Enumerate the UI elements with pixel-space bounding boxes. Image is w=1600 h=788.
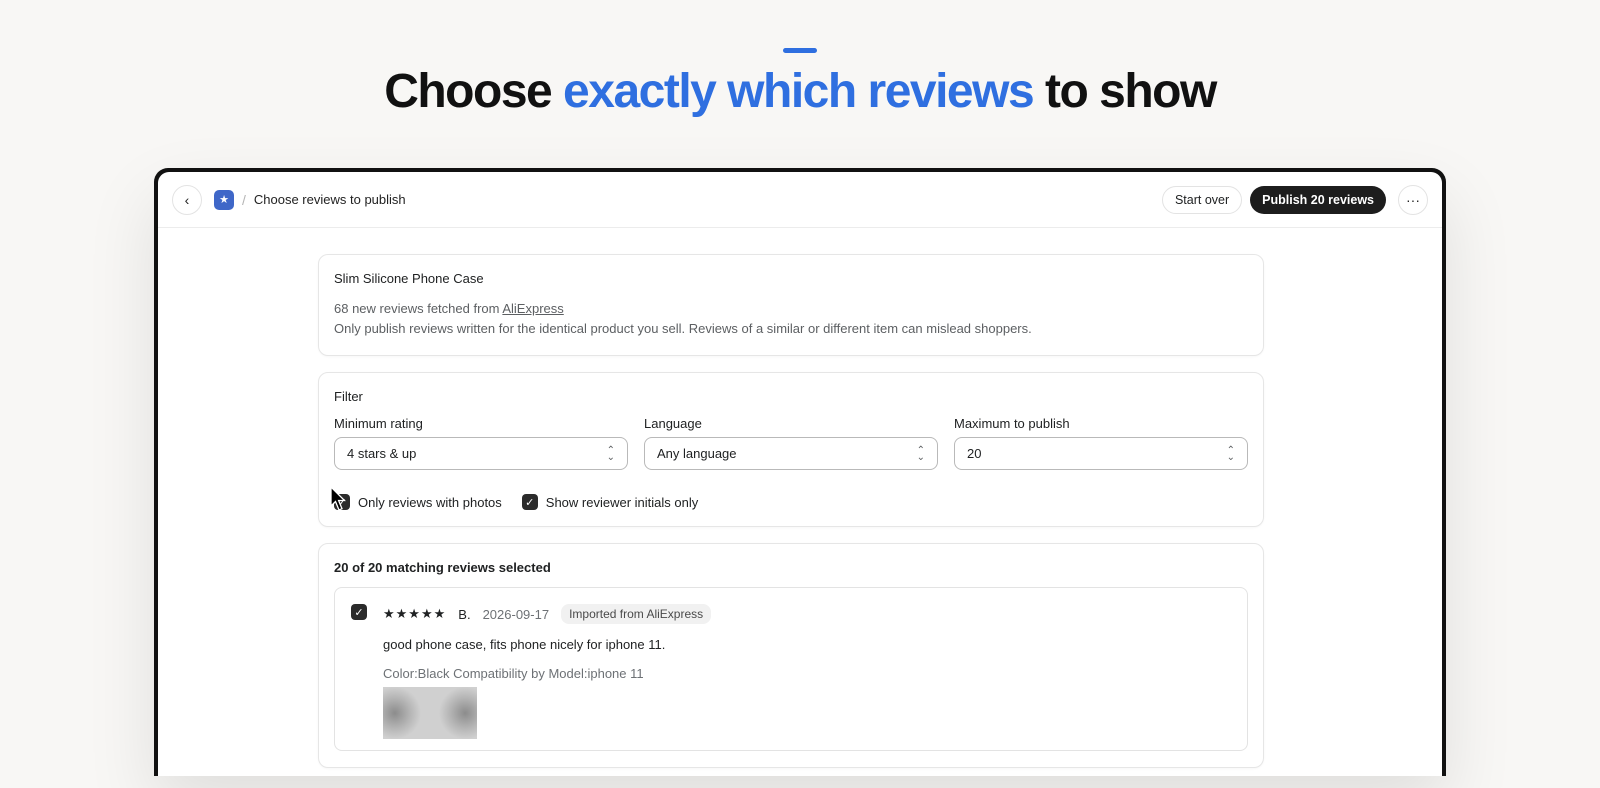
review-body: ★★★★★ B. 2026-09-17 Imported from AliExp… <box>383 604 1231 740</box>
select-chevron-icon: ⌃ ⌄ <box>606 444 615 463</box>
start-over-button[interactable]: Start over <box>1161 185 1243 214</box>
select-chevron-icon: ⌃ ⌄ <box>916 444 925 463</box>
more-horizontal-icon: ··· <box>1406 191 1420 208</box>
language-select[interactable]: Any language ⌃ ⌄ <box>644 437 938 470</box>
source-link[interactable]: AliExpress <box>502 301 563 316</box>
hero-title: Choose exactly which reviews to show <box>0 64 1600 119</box>
top-actions: Start over Publish 20 reviews ··· <box>1161 184 1428 215</box>
review-date: 2026-09-17 <box>482 606 550 622</box>
language-field: Language Any language ⌃ ⌄ <box>644 416 938 470</box>
review-photo[interactable] <box>383 687 477 739</box>
mouse-pointer-icon <box>330 486 346 511</box>
review-header: ★★★★★ B. 2026-09-17 Imported from AliExp… <box>383 604 1231 624</box>
hero-title-after: to show <box>1033 65 1217 118</box>
breadcrumb-separator: / <box>242 191 246 208</box>
review-checkbox[interactable]: ✓ <box>351 604 367 620</box>
top-bar: ‹ ★ / Choose reviews to publish Start ov… <box>158 172 1442 228</box>
review-item: ✓ ★★★★★ B. 2026-09-17 Imported from AliE… <box>334 587 1248 751</box>
max-publish-label: Maximum to publish <box>954 416 1070 431</box>
star-badge-icon: ★ <box>214 189 234 210</box>
fetched-summary: 68 new reviews fetched from AliExpress <box>334 299 1248 319</box>
stepper-icon[interactable]: ⌃ ⌄ <box>1227 445 1235 462</box>
product-card: Slim Silicone Phone Case 68 new reviews … <box>318 254 1264 356</box>
app-window: ‹ ★ / Choose reviews to publish Start ov… <box>158 172 1442 776</box>
max-publish-field: Maximum to publish 20 ⌃ ⌄ <box>954 416 1248 470</box>
filter-row: Minimum rating 4 stars & up ⌃ ⌄ Language … <box>334 416 1248 470</box>
back-button[interactable]: ‹ <box>172 184 202 215</box>
language-value: Any language <box>657 446 737 461</box>
hero-title-highlight: exactly which reviews <box>563 65 1035 118</box>
accent-bar <box>783 48 817 53</box>
app-window-frame: ‹ ★ / Choose reviews to publish Start ov… <box>154 168 1446 776</box>
min-rating-value: 4 stars & up <box>347 446 417 461</box>
selection-summary: 20 of 20 matching reviews selected <box>334 560 551 575</box>
chevron-left-icon: ‹ <box>184 191 190 208</box>
min-rating-select[interactable]: 4 stars & up ⌃ ⌄ <box>334 437 628 470</box>
page-title: Choose reviews to publish <box>253 192 406 207</box>
min-rating-field: Minimum rating 4 stars & up ⌃ ⌄ <box>334 416 628 470</box>
publish-button[interactable]: Publish 20 reviews <box>1250 185 1386 214</box>
review-text: good phone case, fits phone nicely for i… <box>383 637 666 652</box>
filter-card: Filter Minimum rating 4 stars & up ⌃ ⌄ La… <box>318 372 1264 527</box>
initials-only-checkbox[interactable]: ✓ Show reviewer initials only <box>521 494 699 510</box>
min-rating-label: Minimum rating <box>334 416 423 431</box>
review-variant: Color:Black Compatibility by Model:iphon… <box>383 666 644 681</box>
checkbox-check-icon[interactable]: ✓ <box>521 494 538 510</box>
more-actions-button[interactable]: ··· <box>1398 184 1428 215</box>
max-publish-input[interactable]: 20 ⌃ ⌄ <box>954 437 1248 470</box>
hero-title-before: Choose <box>384 65 564 118</box>
initials-only-label: Show reviewer initials only <box>545 494 699 510</box>
source-badge: Imported from AliExpress <box>561 604 712 624</box>
filter-checkboxes: ✓ Only reviews with photos ✓ Show review… <box>334 494 1248 510</box>
fetched-text: 68 new reviews fetched from <box>334 301 503 316</box>
star-rating-icon: ★★★★★ <box>383 606 447 621</box>
reviews-card: 20 of 20 matching reviews selected ✓ ★★★… <box>318 543 1264 768</box>
max-publish-value: 20 <box>967 446 982 461</box>
photos-only-label: Only reviews with photos <box>358 494 502 510</box>
main-content: Slim Silicone Phone Case 68 new reviews … <box>318 254 1264 768</box>
language-label: Language <box>644 416 702 431</box>
product-name: Slim Silicone Phone Case <box>334 271 484 286</box>
photos-only-checkbox[interactable]: ✓ Only reviews with photos <box>334 494 502 510</box>
product-note: Only publish reviews written for the ide… <box>334 321 1032 336</box>
review-author: B. <box>458 606 471 622</box>
filter-title: Filter <box>334 389 363 404</box>
